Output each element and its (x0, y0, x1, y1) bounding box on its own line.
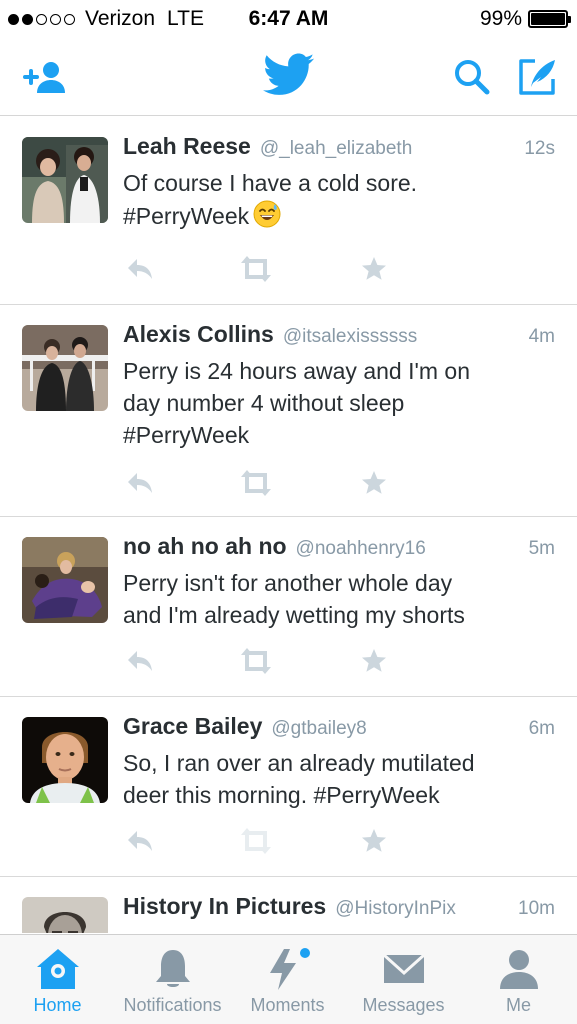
status-bar: Verizon LTE 6:47 AM 99% (0, 0, 577, 38)
tab-label: Moments (250, 995, 325, 1015)
tweet-timestamp: 5m (528, 538, 555, 559)
tweet[interactable]: no ah no ah no @noahhenry16 5m Perry isn… (0, 517, 577, 697)
add-user-icon[interactable] (20, 60, 68, 101)
tab-me[interactable]: Me (461, 935, 576, 1024)
status-right: 99% (479, 7, 571, 31)
tweet-author-handle[interactable]: @HistoryInPix (335, 898, 510, 920)
tweet-timestamp: 12s (524, 138, 555, 159)
tweet[interactable]: Grace Bailey @gtbailey8 6m So, I ran ove… (0, 697, 577, 877)
tweet[interactable]: Alexis Collins @itsalexissssss 4m Perry … (0, 305, 577, 517)
tweet-header: Alexis Collins @itsalexissssss 4m (123, 321, 555, 351)
tweet-author-handle[interactable]: @_leah_elizabeth (260, 138, 517, 160)
tweet[interactable]: History In Pictures @HistoryInPix 10m (0, 877, 577, 933)
star-icon[interactable] (360, 255, 388, 288)
hashtag[interactable]: #PerryWeek (123, 419, 547, 451)
tab-label: Me (505, 995, 531, 1015)
avatar[interactable] (22, 717, 108, 803)
tweet-text-line: #PerryWeek (123, 200, 547, 233)
tweet[interactable]: Leah Reese @_leah_elizabeth 12s Of cours… (0, 117, 577, 305)
reply-icon[interactable] (125, 647, 155, 680)
bell-icon (115, 947, 230, 991)
tweet-text-line: Of course I have a cold sore. (123, 170, 418, 196)
envelope-icon (346, 947, 461, 991)
reply-icon[interactable] (125, 469, 155, 502)
star-icon[interactable] (360, 647, 388, 680)
tab-moments[interactable]: Moments (230, 935, 345, 1024)
tweet-text-line: deer this morning. #PerryWeek (123, 782, 440, 808)
retweet-icon[interactable] (238, 647, 274, 680)
tweet-text-line: Perry is 24 hours away and I'm on (123, 358, 470, 384)
nav-bar (0, 38, 577, 116)
avatar[interactable] (22, 137, 108, 223)
tweet-author-handle[interactable]: @gtbailey8 (271, 718, 520, 740)
battery-percent: 99% (479, 7, 522, 30)
tweet-text-line: Perry isn't for another whole day (123, 570, 453, 596)
tab-messages[interactable]: Messages (346, 935, 461, 1024)
sweat-smile-emoji (253, 200, 281, 227)
tweet-text-line: So, I ran over an already mutilated (123, 750, 475, 776)
tweet-author-name[interactable]: no ah no ah no (123, 533, 287, 560)
tweet-author-name[interactable]: Grace Bailey (123, 713, 262, 740)
tweet-header: Grace Bailey @gtbailey8 6m (123, 713, 555, 743)
tweet-text-line: day number 4 without sleep (123, 390, 405, 416)
tab-bar: Home Notifications Moments Messages Me (0, 934, 577, 1024)
home-icon (0, 947, 115, 991)
person-icon (461, 947, 576, 991)
tweet-timestamp: 4m (528, 326, 555, 347)
twitter-bird-icon[interactable] (263, 53, 315, 102)
avatar[interactable] (22, 325, 108, 411)
battery-fill (531, 13, 565, 25)
star-icon[interactable] (360, 469, 388, 502)
tweet-text: So, I ran over an already mutilated deer… (123, 747, 547, 811)
avatar[interactable] (22, 897, 108, 933)
search-icon[interactable] (452, 57, 492, 102)
star-icon[interactable] (360, 827, 388, 860)
tab-notifications[interactable]: Notifications (115, 935, 230, 1024)
tab-home[interactable]: Home (0, 935, 115, 1024)
tweet-author-name[interactable]: Alexis Collins (123, 321, 274, 348)
tweet-author-name[interactable]: History In Pictures (123, 893, 326, 920)
retweet-icon[interactable] (238, 255, 274, 288)
tweet-author-name[interactable]: Leah Reese (123, 133, 251, 160)
reply-icon[interactable] (125, 827, 155, 860)
tweet-text: Perry is 24 hours away and I'm on day nu… (123, 355, 547, 451)
tweet-text: Of course I have a cold sore. #PerryWeek (123, 167, 547, 232)
tweet-timestamp: 10m (518, 898, 555, 919)
tweet-timestamp: 6m (528, 718, 555, 739)
tweet-header: History In Pictures @HistoryInPix 10m (123, 893, 555, 923)
hashtag[interactable]: #PerryWeek (123, 203, 249, 229)
tweet-header: no ah no ah no @noahhenry16 5m (123, 533, 555, 563)
lightning-icon (230, 947, 345, 991)
retweet-icon (238, 827, 274, 860)
tweet-text-line: and I'm already wetting my shorts (123, 602, 465, 628)
battery-icon (528, 10, 571, 28)
tweet-author-handle[interactable]: @itsalexissssss (283, 326, 521, 348)
timeline[interactable]: Leah Reese @_leah_elizabeth 12s Of cours… (0, 117, 577, 933)
tweet-author-handle[interactable]: @noahhenry16 (296, 538, 521, 560)
tweet-text: Perry isn't for another whole day and I'… (123, 567, 547, 631)
reply-icon[interactable] (125, 255, 155, 288)
retweet-icon[interactable] (238, 469, 274, 502)
new-content-dot (299, 948, 310, 958)
avatar[interactable] (22, 537, 108, 623)
compose-icon[interactable] (517, 56, 559, 103)
tweet-header: Leah Reese @_leah_elizabeth 12s (123, 133, 555, 163)
